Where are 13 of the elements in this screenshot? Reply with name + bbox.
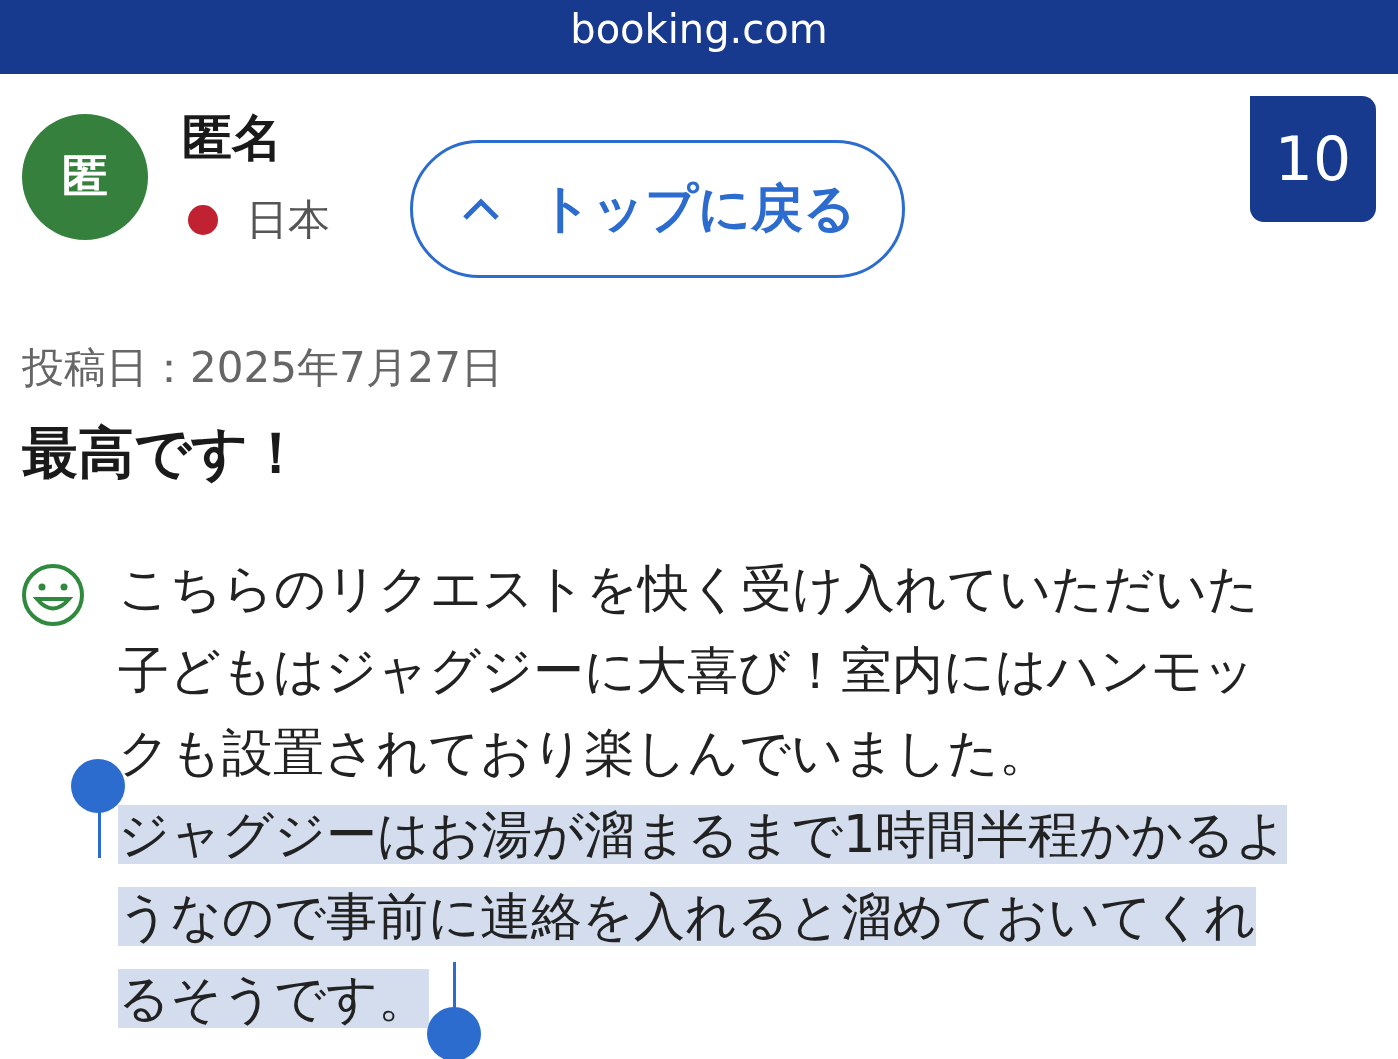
country-name: 日本 xyxy=(246,194,330,246)
site-address: booking.com xyxy=(570,5,828,54)
avatar: 匿 xyxy=(22,114,148,240)
review-title: 最高です！ xyxy=(21,419,305,487)
back-to-top-button[interactable]: トップに戻る xyxy=(410,140,905,278)
flag-icon xyxy=(186,203,220,237)
review-text-line: クも設置されており楽しんでいました。 xyxy=(118,723,1050,782)
review-text-line: こちらのリクエストを快く受け入れていただいた xyxy=(118,559,1259,618)
review-text-line: 子どもはジャグジーに大喜び！室内にはハンモッ xyxy=(118,641,1255,700)
smiley-icon xyxy=(20,562,86,628)
reviewer-name: 匿名 xyxy=(182,108,283,169)
review-date: 投稿日：2025年7月27日 xyxy=(21,342,505,394)
score-badge: 10 xyxy=(1250,96,1376,222)
